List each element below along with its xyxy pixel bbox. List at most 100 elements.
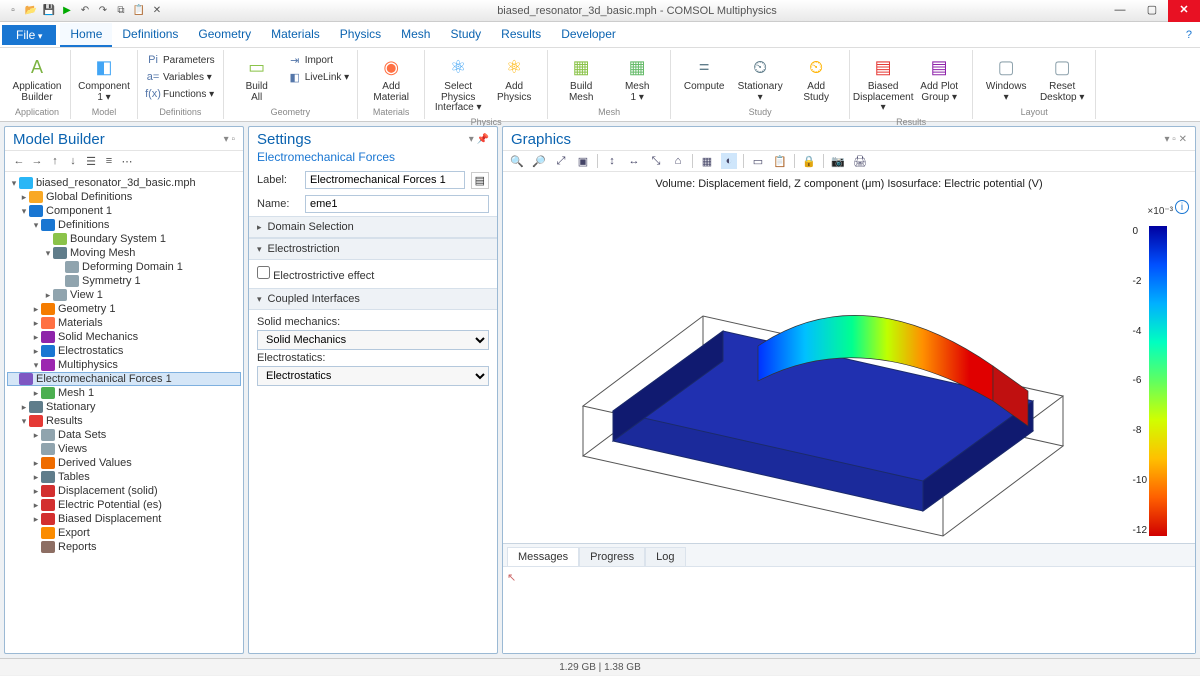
tree-item-electromechanical-forces-1[interactable]: Electromechanical Forces 1 [7, 372, 241, 386]
electrostrictive-checkbox[interactable] [257, 266, 270, 279]
lock-icon[interactable]: 🔒 [801, 153, 817, 169]
ribbon-tab-developer[interactable]: Developer [551, 23, 626, 47]
ribbon-btn-stationary[interactable]: ⏲Stationary▾ [733, 52, 787, 105]
bottom-tab-log[interactable]: Log [645, 547, 685, 566]
electrostrictive-checkbox-row[interactable]: Electrostrictive effect [257, 266, 489, 282]
tree-item-multiphysics[interactable]: ▾Multiphysics [7, 358, 241, 372]
up-icon[interactable]: ↑ [47, 153, 63, 169]
undo-icon[interactable]: ↶ [78, 4, 92, 18]
section-coupled-interfaces[interactable]: ▾Coupled Interfaces [249, 288, 497, 310]
tree-root[interactable]: ▾ biased_resonator_3d_basic.mph [7, 176, 241, 190]
ribbon-btn-select-physics[interactable]: ⚛Select PhysicsInterface ▾ [431, 52, 485, 116]
ribbon-tab-definitions[interactable]: Definitions [112, 23, 188, 47]
name-input[interactable] [305, 195, 489, 213]
ribbon-btn-application[interactable]: AApplicationBuilder [10, 52, 64, 105]
ribbon-btn-reset[interactable]: ▢ResetDesktop ▾ [1035, 52, 1089, 105]
xz-view-icon[interactable]: ⤡ [648, 153, 664, 169]
ribbon-btn-add[interactable]: ⚛AddPhysics [487, 52, 541, 105]
ribbon-btn-functions-[interactable]: f(x)Functions ▾ [144, 86, 217, 102]
panel-pin-icon[interactable]: ▾ 📌 [469, 134, 489, 145]
run-icon[interactable]: ▶ [60, 4, 74, 18]
minimize-button[interactable]: — [1104, 0, 1136, 22]
ribbon-tab-geometry[interactable]: Geometry [188, 23, 261, 47]
ribbon-btn-import[interactable]: ⇥Import [286, 52, 352, 68]
select-icon[interactable]: ▭ [750, 153, 766, 169]
ribbon-btn-build[interactable]: ▭BuildAll [230, 52, 284, 105]
tree-item-results[interactable]: ▾Results [7, 414, 241, 428]
panel-menu-icon[interactable]: ▾ ▫ ✕ [1165, 134, 1188, 145]
ribbon-tab-materials[interactable]: Materials [261, 23, 330, 47]
panel-menu-icon[interactable]: ▾ ▫ [224, 134, 235, 145]
redo-icon[interactable]: ↷ [96, 4, 110, 18]
grid-icon[interactable]: ▦ [699, 153, 715, 169]
label-input[interactable] [305, 171, 465, 189]
scene-light-icon[interactable]: ◐ [721, 153, 737, 169]
ribbon-btn-windows[interactable]: ▢Windows▾ [979, 52, 1033, 105]
expand-icon[interactable]: ☰ [83, 153, 99, 169]
snapshot-icon[interactable]: 📷 [830, 153, 846, 169]
open-icon[interactable]: 📂 [24, 4, 38, 18]
tree-item-reports[interactable]: Reports [7, 540, 241, 554]
file-menu[interactable]: File [2, 25, 56, 45]
ribbon-btn-variables-[interactable]: a=Variables ▾ [144, 69, 217, 85]
solid-mechanics-select[interactable]: Solid Mechanics [257, 330, 489, 350]
tree-item-data-sets[interactable]: ▸Data Sets [7, 428, 241, 442]
tree-item-materials[interactable]: ▸Materials [7, 316, 241, 330]
ribbon-tab-results[interactable]: Results [491, 23, 551, 47]
fwd-icon[interactable]: → [29, 153, 45, 169]
ribbon-btn-add[interactable]: ⏲AddStudy [789, 52, 843, 105]
yz-view-icon[interactable]: ↔ [626, 153, 642, 169]
tree-item-boundary-system-1[interactable]: Boundary System 1 [7, 232, 241, 246]
delete-icon[interactable]: ✕ [150, 4, 164, 18]
section-electrostriction[interactable]: ▾Electrostriction [249, 238, 497, 260]
tree-item-export[interactable]: Export [7, 526, 241, 540]
ribbon-btn-build[interactable]: ▦BuildMesh [554, 52, 608, 105]
ribbon-tab-mesh[interactable]: Mesh [391, 23, 440, 47]
more-icon[interactable]: ⋯ [119, 153, 135, 169]
ribbon-btn-mesh[interactable]: ▦Mesh1 ▾ [610, 52, 664, 105]
model-tree[interactable]: ▾ biased_resonator_3d_basic.mph ▸Global … [5, 172, 243, 653]
goto-icon[interactable]: ▤ [471, 172, 489, 189]
zoom-box-icon[interactable]: ▣ [575, 153, 591, 169]
xy-view-icon[interactable]: ↕ [604, 153, 620, 169]
plot-area[interactable]: i [503, 196, 1195, 543]
clipboard-icon[interactable]: 📋 [772, 153, 788, 169]
paste-icon[interactable]: 📋 [132, 4, 146, 18]
help-icon[interactable]: ? [1178, 29, 1200, 41]
tree-item-biased-displacement[interactable]: ▸Biased Displacement [7, 512, 241, 526]
tree-item-global-definitions[interactable]: ▸Global Definitions [7, 190, 241, 204]
copy-icon[interactable]: ⧉ [114, 4, 128, 18]
tree-item-stationary[interactable]: ▸Stationary [7, 400, 241, 414]
ribbon-btn-parameters[interactable]: PiParameters [144, 52, 217, 68]
electrostatics-select[interactable]: Electrostatics [257, 366, 489, 386]
ribbon-btn-compute[interactable]: =Compute [677, 52, 731, 95]
tree-item-moving-mesh[interactable]: ▾Moving Mesh [7, 246, 241, 260]
tree-item-solid-mechanics[interactable]: ▸Solid Mechanics [7, 330, 241, 344]
down-icon[interactable]: ↓ [65, 153, 81, 169]
bottom-tab-progress[interactable]: Progress [579, 547, 645, 566]
ribbon-btn-add[interactable]: ◉AddMaterial [364, 52, 418, 105]
tree-item-tables[interactable]: ▸Tables [7, 470, 241, 484]
default-view-icon[interactable]: ⌂ [670, 153, 686, 169]
tree-item-mesh-1[interactable]: ▸Mesh 1 [7, 386, 241, 400]
section-domain-selection[interactable]: ▸Domain Selection [249, 216, 497, 238]
collapse-icon[interactable]: ≡ [101, 153, 117, 169]
tree-item-view-1[interactable]: ▸View 1 [7, 288, 241, 302]
tree-item-symmetry-1[interactable]: Symmetry 1 [7, 274, 241, 288]
print-icon[interactable]: 🖨 [852, 153, 868, 169]
tree-item-geometry-1[interactable]: ▸Geometry 1 [7, 302, 241, 316]
info-icon[interactable]: i [1175, 200, 1189, 214]
tree-item-component-1[interactable]: ▾Component 1 [7, 204, 241, 218]
zoom-out-icon[interactable]: 🔎 [531, 153, 547, 169]
tree-item-derived-values[interactable]: ▸Derived Values [7, 456, 241, 470]
tree-item-deforming-domain-1[interactable]: Deforming Domain 1 [7, 260, 241, 274]
close-button[interactable]: ✕ [1168, 0, 1200, 22]
ribbon-btn-livelink-[interactable]: ◧LiveLink ▾ [286, 69, 352, 85]
save-icon[interactable]: 💾 [42, 4, 56, 18]
tree-item-electrostatics[interactable]: ▸Electrostatics [7, 344, 241, 358]
zoom-in-icon[interactable]: 🔍 [509, 153, 525, 169]
maximize-button[interactable]: ▢ [1136, 0, 1168, 22]
tree-item-views[interactable]: Views [7, 442, 241, 456]
tree-item-definitions[interactable]: ▾Definitions [7, 218, 241, 232]
back-icon[interactable]: ← [11, 153, 27, 169]
